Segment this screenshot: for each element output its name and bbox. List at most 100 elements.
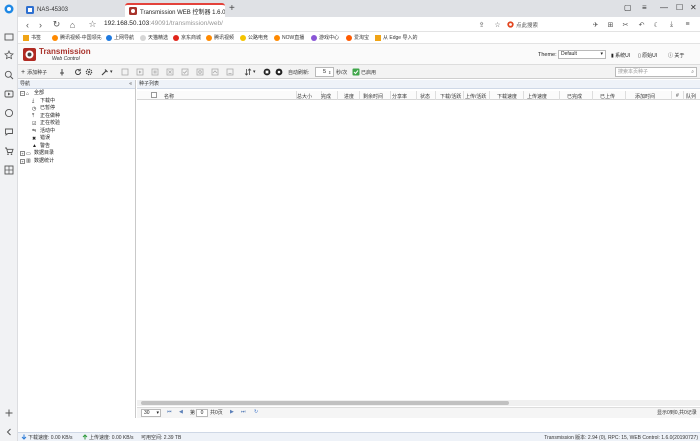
- collapse-panel-icon[interactable]: «: [129, 80, 132, 89]
- verify-icon[interactable]: [181, 68, 189, 76]
- nav-item-checking[interactable]: ☑ 正在校验: [20, 120, 60, 128]
- home-icon[interactable]: ⌂: [67, 19, 78, 30]
- add-icon[interactable]: [4, 408, 14, 418]
- column-header[interactable]: 剩余时间: [363, 93, 383, 100]
- page-number-input[interactable]: 0: [196, 409, 208, 417]
- bookmark-star-icon[interactable]: ☆: [87, 19, 98, 30]
- column-header[interactable]: 名称: [164, 93, 174, 100]
- search-engine-icon[interactable]: [507, 21, 514, 28]
- browser-logo-icon[interactable]: [4, 4, 14, 14]
- check-icon[interactable]: [352, 68, 360, 76]
- extensions-icon[interactable]: ⊞: [605, 19, 616, 30]
- remove-icon[interactable]: [166, 68, 174, 76]
- bookmark-item[interactable]: 从 Edge 导入的: [375, 34, 417, 41]
- chevron-down-icon[interactable]: ▾: [253, 67, 256, 77]
- settings-icon[interactable]: [85, 68, 93, 76]
- back-icon[interactable]: ‹: [22, 19, 33, 30]
- expand-toggle-icon[interactable]: +: [20, 151, 25, 157]
- nav-item-warning[interactable]: ▲ 警告: [20, 143, 60, 151]
- reload-icon[interactable]: ↻: [51, 19, 62, 30]
- ad-block-icon[interactable]: ✈: [590, 19, 601, 30]
- column-header[interactable]: 添加时间: [635, 93, 655, 100]
- downloads-icon[interactable]: ⤓: [666, 19, 677, 30]
- bookmark-item[interactable]: 书签: [23, 34, 41, 41]
- star-icon[interactable]: [4, 50, 14, 60]
- nav-item-seeding[interactable]: ⤒ 正在做种: [20, 113, 60, 121]
- minimize-icon[interactable]: —: [660, 3, 668, 12]
- night-mode-icon[interactable]: ☾: [651, 19, 662, 30]
- pin-icon[interactable]: [58, 68, 66, 76]
- apps-icon[interactable]: [4, 165, 14, 175]
- pause-icon[interactable]: [151, 68, 159, 76]
- bookmark-item[interactable]: 游戏中心: [311, 34, 339, 41]
- stepper-icon[interactable]: ⇕: [328, 67, 331, 77]
- about-link[interactable]: ⓘ 关于: [668, 52, 684, 59]
- nav-item-paused[interactable]: ◷ 已暂停: [20, 105, 60, 113]
- next-page-icon[interactable]: ▶: [230, 409, 234, 415]
- close-window-icon[interactable]: ✕: [690, 3, 697, 12]
- nav-item-downloading[interactable]: ⤓ 下载中: [20, 98, 60, 106]
- column-header[interactable]: 下载速度: [497, 93, 517, 100]
- new-tab-icon[interactable]: +: [229, 3, 235, 14]
- reannounce-icon[interactable]: [196, 68, 204, 76]
- page-star-icon[interactable]: ☆: [492, 19, 503, 30]
- bookmark-item[interactable]: 爱淘宝: [346, 34, 369, 41]
- undo-icon[interactable]: ↶: [636, 19, 647, 30]
- nav-item-active[interactable]: ⇋ 活动中: [20, 128, 60, 136]
- maximize-icon[interactable]: ☐: [676, 3, 683, 12]
- reload-page-icon[interactable]: ↻: [254, 409, 258, 415]
- bookmark-item[interactable]: 腾讯视频: [206, 34, 234, 41]
- last-page-icon[interactable]: ⏭: [241, 409, 246, 415]
- tools-menu-icon[interactable]: [101, 68, 109, 76]
- address-search[interactable]: 点此搜索: [516, 21, 538, 29]
- bookmark-item[interactable]: 天猫精选: [140, 34, 168, 41]
- expand-toggle-icon[interactable]: +: [20, 158, 25, 164]
- stop-icon[interactable]: [263, 68, 271, 76]
- nav-item-statistics[interactable]: + ▥ 数据统计: [20, 158, 60, 166]
- select-all-checkbox[interactable]: [151, 92, 157, 98]
- prev-page-icon[interactable]: ◀: [179, 409, 183, 415]
- chat-icon[interactable]: [4, 127, 14, 137]
- column-header[interactable]: 状态: [420, 93, 430, 100]
- sort-icon[interactable]: [244, 68, 252, 76]
- column-header[interactable]: 上传速度: [527, 93, 547, 100]
- column-header[interactable]: 下载/活跃: [440, 93, 461, 100]
- nav-item-all[interactable]: − ⌂ 全部: [20, 90, 60, 98]
- bookmark-item[interactable]: 公路电竞: [240, 34, 268, 41]
- forward-icon[interactable]: ›: [35, 19, 46, 30]
- collapse-toggle-icon[interactable]: −: [20, 91, 25, 97]
- cut-icon[interactable]: ✂: [620, 19, 631, 30]
- column-header[interactable]: 分享率: [392, 93, 407, 100]
- favorites-icon[interactable]: [4, 32, 14, 42]
- column-header[interactable]: #: [676, 93, 679, 99]
- theme-select[interactable]: Default ▾: [558, 50, 606, 59]
- url-field[interactable]: 192.168.50.103:49091/transmission/web/: [104, 20, 223, 27]
- original-ui-link[interactable]: ▯ 原始UI: [638, 52, 657, 59]
- torrent-search-input[interactable]: 搜索本页种子 ⌕: [615, 67, 697, 77]
- share-icon[interactable]: ⇪: [476, 19, 487, 30]
- start-icon[interactable]: [136, 68, 144, 76]
- tab-nas[interactable]: NAS-45303: [22, 3, 117, 17]
- search-icon[interactable]: [4, 70, 14, 80]
- column-header[interactable]: 队列: [686, 93, 696, 100]
- column-header[interactable]: 完成: [321, 93, 331, 100]
- column-header[interactable]: 已完成: [567, 93, 582, 100]
- bookmark-item[interactable]: 上网导航: [106, 34, 134, 41]
- bookmark-item[interactable]: NOW直播: [274, 34, 304, 41]
- column-header[interactable]: 总大小: [297, 93, 312, 100]
- first-page-icon[interactable]: ⏮: [167, 409, 172, 415]
- pin-icon[interactable]: ▢: [624, 3, 632, 12]
- column-header[interactable]: 已上传: [600, 93, 615, 100]
- restore-icon[interactable]: ≡: [642, 3, 647, 12]
- collapse-icon[interactable]: [4, 427, 14, 437]
- labels-icon[interactable]: [226, 68, 234, 76]
- tab-transmission[interactable]: Transmission WEB 控制器 1.6.0 ×: [125, 3, 225, 17]
- column-header[interactable]: 进度: [344, 93, 354, 100]
- bookmark-item[interactable]: 京东商城: [173, 34, 201, 41]
- bookmark-item[interactable]: 腾讯视频-中国领先: [52, 34, 102, 41]
- change-dir-icon[interactable]: [211, 68, 219, 76]
- start-all-icon[interactable]: [121, 68, 129, 76]
- nav-item-data-dir[interactable]: + ▭ 数据目录: [20, 150, 60, 158]
- horizontal-scrollbar[interactable]: [137, 400, 700, 406]
- play-icon[interactable]: [275, 68, 283, 76]
